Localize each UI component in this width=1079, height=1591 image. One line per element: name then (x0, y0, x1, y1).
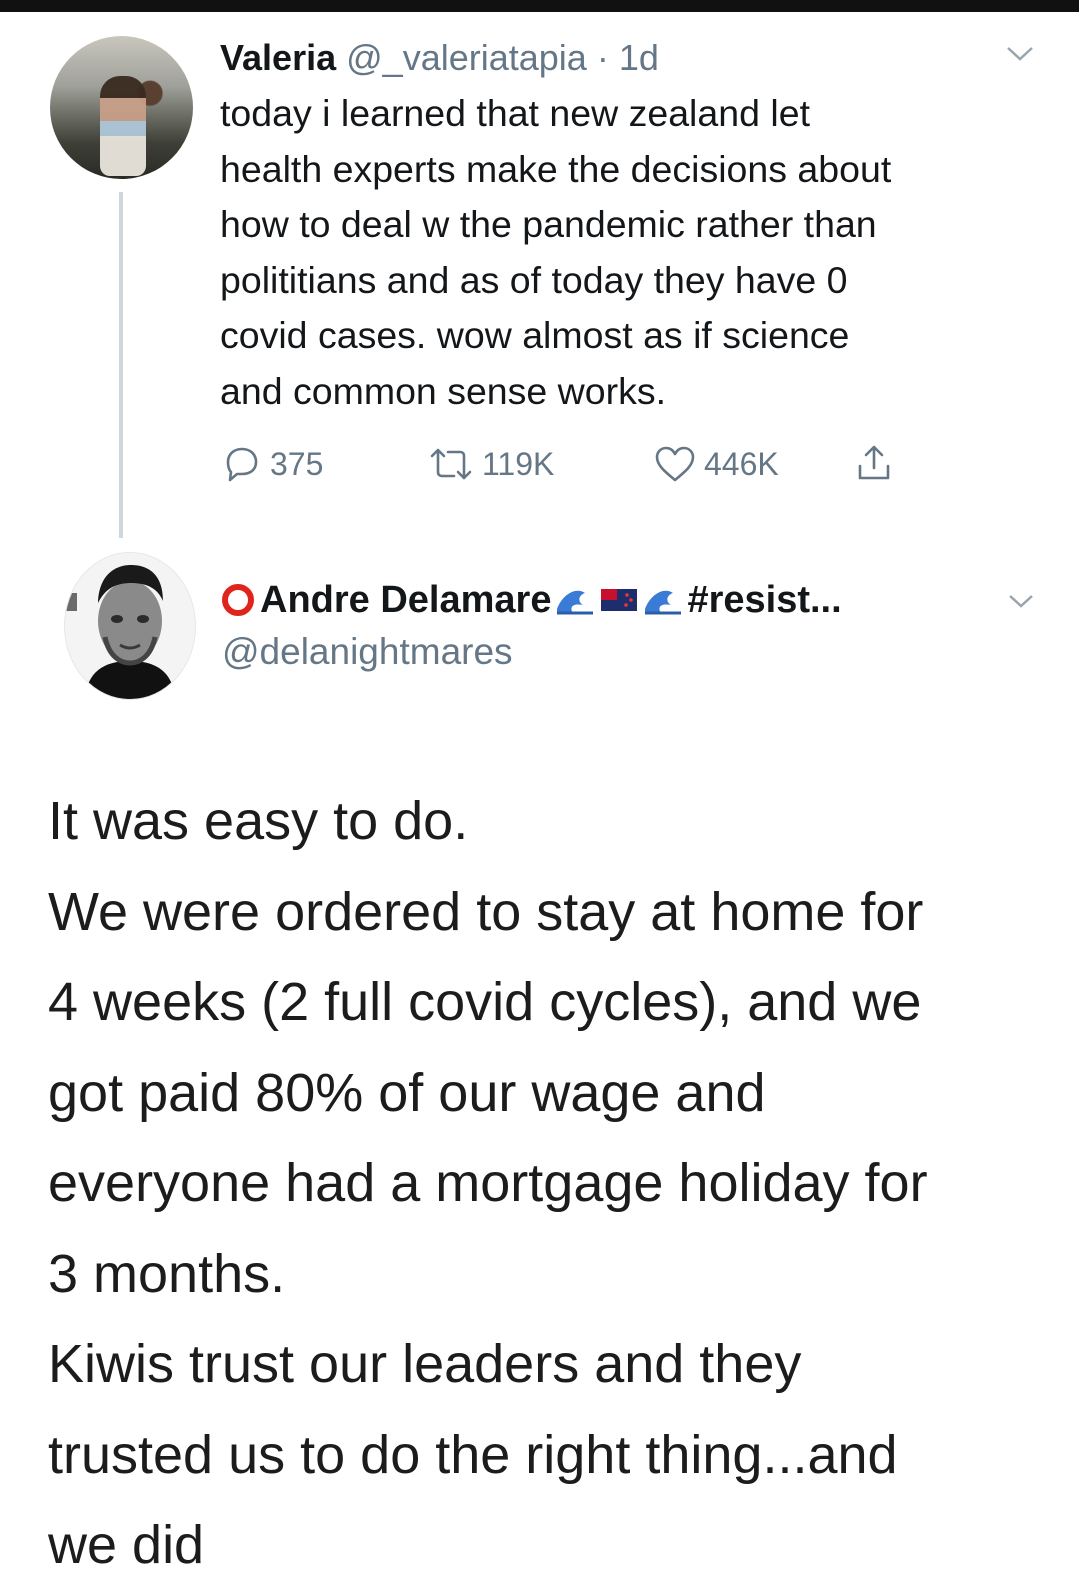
tweet1-separator: · (596, 37, 609, 78)
retweet-count: 119K (482, 445, 555, 482)
avatar-valeria[interactable] (50, 36, 193, 179)
tweet1-display-name[interactable]: Valeria (220, 37, 336, 78)
wave-emoji-icon (645, 590, 682, 615)
thread-line (119, 192, 123, 538)
avatar-portrait (65, 553, 195, 699)
tweet2-body-line: Kiwis trust our leaders and they (48, 1334, 802, 1394)
like-button[interactable]: 446K (652, 442, 779, 486)
tweet1-text: today i learned that new zealand let hea… (220, 86, 1050, 419)
tweet1-text-line: and common sense works. (220, 369, 667, 412)
tweet2-body-line: got paid 80% of our wage and (48, 1062, 766, 1123)
like-count: 446K (704, 445, 779, 482)
tweet2-handle[interactable]: @delanightmares (222, 628, 513, 676)
tweet1-timestamp[interactable]: 1d (619, 37, 659, 78)
tweet2-name-suffix: #resist... (687, 578, 842, 621)
red-ring-icon (222, 584, 254, 616)
tweet1-text-line: health experts make the decisions about (220, 147, 892, 190)
tweet2-body-line: everyone had a mortgage holiday for (48, 1153, 928, 1213)
tweet1-handle[interactable]: @_valeriatapia (346, 37, 587, 78)
tweet2-display-name[interactable]: Andre Delamare (260, 579, 551, 622)
tweet1-action-bar: 375 119K 446K (220, 442, 940, 486)
tweet2-body-line: trusted us to do the right thing...and (48, 1424, 898, 1485)
tweet2-body-line: we did (48, 1515, 205, 1575)
chevron-down-icon[interactable] (1004, 590, 1038, 612)
tweet2-body-line: It was easy to do. (48, 791, 469, 851)
reply-icon (226, 447, 258, 482)
nz-flag-emoji-icon (601, 589, 638, 611)
reply-button[interactable]: 375 (220, 442, 323, 486)
tweet1-text-line: today i learned that new zealand let (220, 92, 810, 134)
tweet2-body-line: 4 weeks (2 full covid cycles), and we (48, 972, 922, 1032)
chevron-down-icon[interactable] (1002, 42, 1038, 66)
avatar-andre[interactable] (64, 552, 196, 700)
tweet2-name-row: Andre Delamare #resist... (222, 574, 842, 626)
tweet2-body-line: 3 months. (48, 1243, 286, 1304)
like-icon (655, 446, 695, 482)
tweet1-header: Valeria @_valeriatapia · 1d (220, 36, 659, 80)
share-icon (858, 445, 890, 480)
tweet2-body: It was easy to do. We were ordered to st… (48, 776, 1058, 1591)
retweet-button[interactable]: 119K (426, 442, 554, 486)
tweet1-text-line: polititians and as of today they have 0 (220, 258, 848, 301)
tweet1-text-line: how to deal w the pandemic rather than (220, 203, 877, 245)
tweet1-text-line: covid cases. wow almost as if science (220, 314, 850, 356)
tweet2-body-line: We were ordered to stay at home for (48, 881, 924, 942)
share-button[interactable] (852, 442, 896, 486)
retweet-icon (430, 448, 472, 480)
wave-emoji-icon (557, 590, 594, 615)
avatar-figure (100, 76, 146, 176)
reply-count: 375 (270, 445, 324, 482)
top-black-bar (0, 0, 1079, 12)
